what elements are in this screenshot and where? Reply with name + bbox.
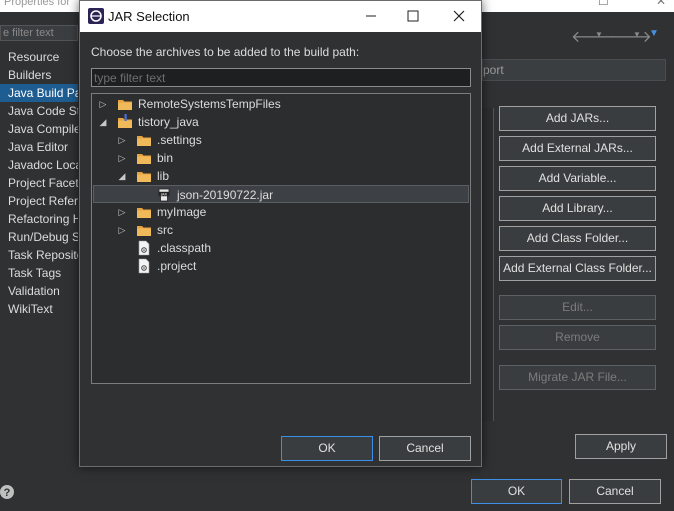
- back-dropdown-icon[interactable]: ▼: [595, 30, 603, 39]
- add-external-jars-button[interactable]: Add External JARs...: [499, 136, 656, 161]
- jar-filter-input[interactable]: [91, 68, 471, 87]
- properties-filter-input[interactable]: e filter text: [0, 25, 78, 41]
- category-item[interactable]: Resource: [0, 48, 78, 66]
- maximize-icon[interactable]: ☐: [598, 0, 609, 8]
- properties-ok-button[interactable]: OK: [471, 479, 562, 504]
- expand-arrow-icon[interactable]: ▷: [117, 203, 127, 221]
- add-variable-button[interactable]: Add Variable...: [499, 166, 656, 191]
- collapse-arrow-icon[interactable]: ◢: [117, 167, 127, 185]
- build-path-tabs[interactable]: port: [482, 59, 666, 81]
- close-icon[interactable]: ✕: [656, 0, 666, 8]
- category-item[interactable]: Project Refere: [0, 192, 78, 210]
- add-jars-button[interactable]: Add JARs...: [499, 106, 656, 131]
- view-menu-icon[interactable]: ▼: [649, 28, 659, 39]
- category-item[interactable]: Refactoring H: [0, 210, 78, 228]
- expand-arrow-icon[interactable]: ▷: [117, 221, 127, 239]
- tree-item-label: RemoteSystemsTempFiles: [138, 97, 281, 111]
- category-item[interactable]: Run/Debug S: [0, 228, 78, 246]
- migrate-jar-button: Migrate JAR File...: [499, 365, 656, 390]
- tree-item-label: tistory_java: [138, 115, 199, 129]
- jar-tree[interactable]: ▷ RemoteSystemsTempFiles ◢ tistory_java ▷ .se…: [91, 93, 471, 384]
- expand-arrow-icon[interactable]: ▷: [117, 149, 127, 167]
- tree-item[interactable]: ▷ bin: [93, 149, 469, 167]
- category-item[interactable]: Javadoc Loca: [0, 156, 78, 174]
- maximize-icon[interactable]: [402, 5, 424, 27]
- category-item[interactable]: Task Reposito: [0, 246, 78, 264]
- edit-button: Edit...: [499, 295, 656, 320]
- tree-item[interactable]: ▷ myImage: [93, 203, 469, 221]
- tree-item[interactable]: .project: [93, 257, 469, 275]
- properties-title: Properties for: [4, 0, 71, 8]
- tree-item-label: bin: [157, 151, 174, 165]
- collapse-arrow-icon[interactable]: ◢: [98, 113, 108, 131]
- tree-item-label: .classpath: [157, 241, 212, 255]
- add-external-class-folder-button[interactable]: Add External Class Folder...: [499, 256, 656, 281]
- tree-item[interactable]: ▷ .settings: [93, 131, 469, 149]
- tree-item[interactable]: ◢ tistory_java: [93, 113, 469, 131]
- add-class-folder-button[interactable]: Add Class Folder...: [499, 226, 656, 251]
- folder-icon: [137, 154, 151, 164]
- tree-item-label: myImage: [157, 205, 207, 219]
- back-arrow-icon[interactable]: 🡐: [571, 26, 614, 47]
- category-item[interactable]: Java Compile: [0, 120, 78, 138]
- folder-icon: [137, 208, 151, 218]
- svg-text:?: ?: [4, 487, 11, 499]
- tree-item[interactable]: .classpath: [93, 239, 469, 257]
- properties-cancel-button[interactable]: Cancel: [569, 479, 661, 504]
- category-item[interactable]: Project Facets: [0, 174, 78, 192]
- category-item[interactable]: Java Editor: [0, 138, 78, 156]
- category-item[interactable]: WikiText: [0, 300, 78, 318]
- jar-selection-dialog: JAR Selection Choose the archives to be …: [79, 0, 482, 467]
- tree-item-label: src: [157, 223, 173, 237]
- folder-icon: [137, 172, 151, 182]
- help-icon[interactable]: ?: [0, 482, 16, 502]
- cancel-button[interactable]: Cancel: [379, 436, 471, 461]
- category-item[interactable]: Task Tags: [0, 264, 78, 282]
- svg-text:JAR: JAR: [160, 192, 167, 196]
- tree-item-label: lib: [157, 169, 170, 183]
- minimize-icon[interactable]: [360, 5, 382, 27]
- ok-button[interactable]: OK: [281, 436, 373, 461]
- apply-button[interactable]: Apply: [575, 434, 667, 459]
- expand-arrow-icon[interactable]: ▷: [98, 95, 108, 113]
- category-item[interactable]: Validation: [0, 282, 78, 300]
- dialog-titlebar: JAR Selection: [80, 1, 481, 32]
- tree-item[interactable]: ◢ lib: [93, 167, 469, 185]
- dialog-title: JAR Selection: [108, 9, 190, 24]
- remove-button: Remove: [499, 325, 656, 350]
- close-icon[interactable]: [448, 5, 470, 27]
- jar-icon: JAR: [158, 188, 170, 202]
- category-item[interactable]: Builders: [0, 66, 78, 84]
- category-item[interactable]: Java Code Sty: [0, 102, 78, 120]
- eclipse-icon: [88, 8, 104, 24]
- dialog-message: Choose the archives to be added to the b…: [91, 45, 360, 59]
- forward-arrow-icon[interactable]: 🡒: [609, 26, 652, 47]
- tree-item-label: .project: [157, 259, 197, 273]
- folder-icon: [137, 226, 151, 236]
- folder-icon: [137, 136, 151, 146]
- category-item[interactable]: Java Build Pa: [0, 84, 78, 102]
- project-folder-icon: [118, 100, 132, 110]
- tree-item[interactable]: ▷ src: [93, 221, 469, 239]
- properties-category-list: Resource Builders Java Build Pa Java Code S…: [0, 48, 78, 318]
- tree-item-label: json-20190722.jar: [177, 188, 274, 202]
- expand-arrow-icon[interactable]: ▷: [117, 131, 127, 149]
- forward-dropdown-icon[interactable]: ▼: [633, 30, 641, 39]
- tree-item[interactable]: JAR json-20190722.jar: [93, 185, 469, 203]
- tab-order-export[interactable]: port: [483, 63, 504, 77]
- java-project-icon: [118, 114, 132, 128]
- tree-item-label: .settings: [157, 133, 202, 147]
- tree-item[interactable]: ▷ RemoteSystemsTempFiles: [93, 95, 469, 113]
- add-library-button[interactable]: Add Library...: [499, 196, 656, 221]
- file-icon: [138, 240, 150, 256]
- file-icon: [138, 258, 150, 274]
- libraries-list-edge: [482, 108, 494, 421]
